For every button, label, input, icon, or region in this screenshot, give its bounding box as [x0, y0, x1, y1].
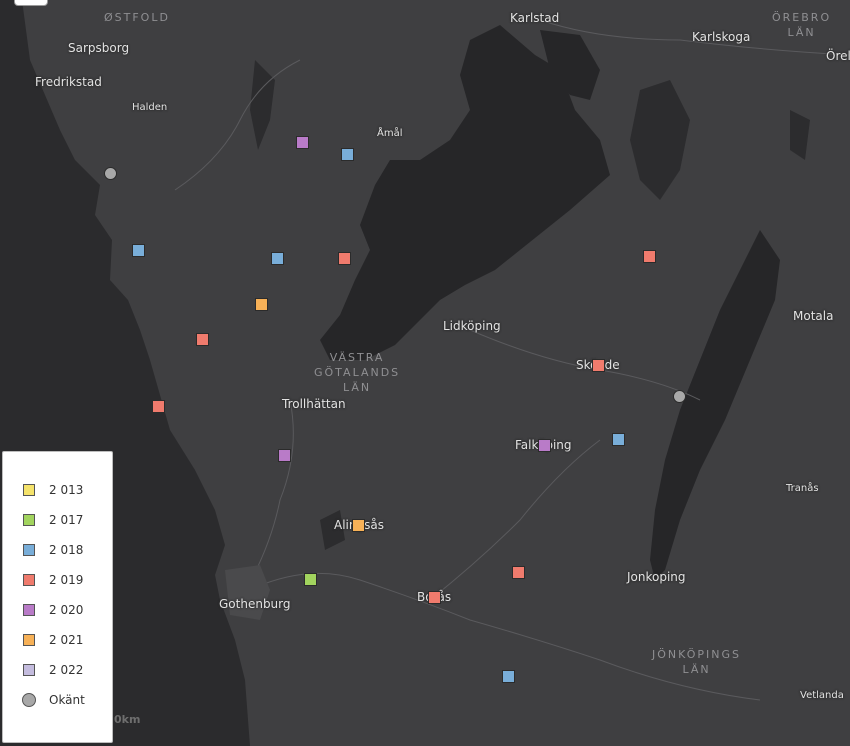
place-label-karlskoga: Karlskoga: [692, 30, 751, 44]
legend-swatch: [23, 604, 35, 616]
map-marker[interactable]: [428, 591, 441, 604]
place-label-karlstad: Karlstad: [510, 11, 560, 25]
region-label-orebro-lan: ÖREBRO LÄN: [772, 11, 832, 39]
legend-label: 2 021: [49, 633, 84, 647]
legend-item: Okänt: [22, 692, 85, 708]
map-marker[interactable]: [338, 252, 351, 265]
map-marker[interactable]: [271, 252, 284, 265]
map-marker[interactable]: [502, 670, 515, 683]
legend-swatch: [23, 544, 35, 556]
basemap[interactable]: [0, 0, 850, 746]
legend-label: 2 022: [49, 663, 84, 677]
place-label-gothenburg: Gothenburg: [219, 597, 291, 611]
map-marker[interactable]: [352, 519, 365, 532]
legend-label: 2 013: [49, 483, 84, 497]
map-view[interactable]: ØSTFOLD Sarpsborg Fredrikstad Halden Kar…: [0, 0, 850, 746]
legend-item: 2 020: [23, 602, 83, 618]
map-marker[interactable]: [152, 400, 165, 413]
place-label-fredrikstad: Fredrikstad: [35, 75, 102, 89]
legend-swatch: [23, 484, 35, 496]
map-marker[interactable]: [512, 566, 525, 579]
place-label-sarpsborg: Sarpsborg: [68, 41, 130, 55]
map-marker[interactable]: [104, 167, 117, 180]
region-label-ostfold: ØSTFOLD: [104, 11, 170, 24]
map-marker[interactable]: [255, 298, 268, 311]
place-label-jonkoping: Jonkoping: [627, 570, 686, 584]
place-label-motala: Motala: [793, 309, 834, 323]
map-marker[interactable]: [538, 439, 551, 452]
legend-item: 2 017: [23, 512, 83, 528]
map-marker[interactable]: [196, 333, 209, 346]
legend-label: Okänt: [49, 693, 85, 707]
place-label-tranas: Tranås: [786, 483, 819, 494]
map-marker[interactable]: [592, 359, 605, 372]
place-label-halden: Halden: [132, 102, 168, 113]
legend-label: 2 020: [49, 603, 84, 617]
place-label-vetlanda: Vetlanda: [800, 690, 844, 701]
legend-item: 2 022: [23, 662, 83, 678]
map-marker[interactable]: [304, 573, 317, 586]
legend-swatch: [22, 693, 36, 707]
legend-item: 2 018: [23, 542, 83, 558]
map-marker[interactable]: [643, 250, 656, 263]
map-marker[interactable]: [278, 449, 291, 462]
legend-label: 2 018: [49, 543, 84, 557]
legend-swatch: [23, 574, 35, 586]
map-marker[interactable]: [296, 136, 309, 149]
region-label-jonkopings-lan: JÖNKÖPINGS LÄN: [652, 648, 742, 676]
legend-label: 2 019: [49, 573, 84, 587]
map-marker[interactable]: [341, 148, 354, 161]
map-marker[interactable]: [673, 390, 686, 403]
legend-item: 2 021: [23, 632, 83, 648]
legend-label: 2 017: [49, 513, 84, 527]
legend-swatch: [23, 634, 35, 646]
legend-item: 2 019: [23, 572, 83, 588]
legend-swatch: [23, 664, 35, 676]
place-label-orebro: Örel: [826, 49, 850, 63]
map-marker[interactable]: [132, 244, 145, 257]
legend-swatch: [23, 514, 35, 526]
legend-item: 2 013: [23, 482, 83, 498]
map-control-button[interactable]: [14, 0, 48, 6]
map-legend: 2 013 2 017 2 018 2 019 2 020 2 021 2 02…: [2, 451, 113, 743]
place-label-amal: Åmål: [377, 128, 403, 139]
region-label-vastra-gotalands-lan: VÄSTRA GÖTALANDS LÄN: [314, 351, 401, 394]
place-label-lidkoping: Lidköping: [443, 319, 501, 333]
map-marker[interactable]: [612, 433, 625, 446]
scale-bar-label: 0km: [114, 713, 141, 726]
place-label-trollhattan: Trollhättan: [282, 397, 346, 411]
